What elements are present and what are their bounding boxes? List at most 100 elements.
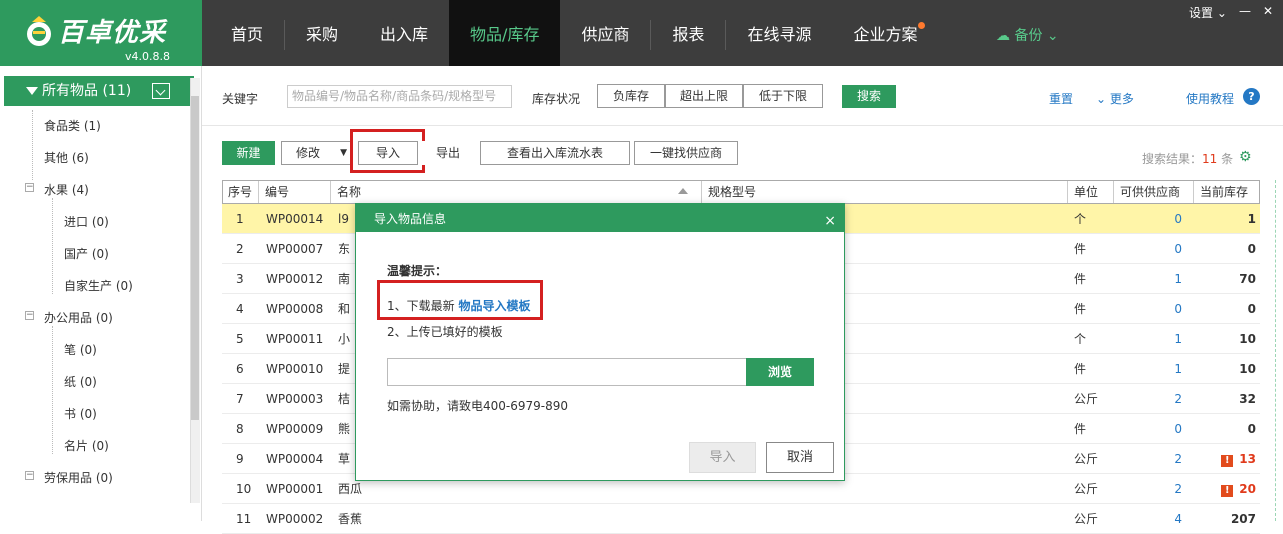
sidebar-item-labor[interactable]: 劳保用品 (0) — [44, 469, 113, 486]
row-index: 8 — [236, 422, 244, 436]
nav-inout[interactable]: 出入库 — [359, 0, 449, 66]
col-stock[interactable]: 当前库存 — [1194, 181, 1260, 203]
row-unit: 件 — [1074, 272, 1087, 286]
nav-enterprise[interactable]: 企业方案 — [833, 0, 939, 66]
sidebar-scroll-thumb[interactable] — [191, 96, 199, 420]
tree-root[interactable]: 所有物品 (11) — [4, 76, 194, 106]
chevron-down-icon: ⌄ — [1216, 6, 1227, 20]
nav-enterprise-label: 企业方案 — [853, 25, 918, 44]
search-button[interactable]: 搜索 — [842, 85, 896, 108]
collapse-icon[interactable]: − — [25, 471, 34, 480]
browse-button[interactable]: 浏览 — [746, 358, 814, 386]
import-highlight — [350, 129, 425, 173]
row-suppliers-link[interactable]: 0 — [1132, 204, 1182, 234]
row-code: WP00004 — [266, 452, 324, 466]
nav-items-stock[interactable]: 物品/库存 — [449, 0, 561, 66]
nav-sourcing[interactable]: 在线寻源 — [726, 0, 832, 66]
sidebar-item-pen[interactable]: 笔 (0) — [64, 341, 97, 358]
row-index: 9 — [236, 452, 244, 466]
nav-report[interactable]: 报表 — [651, 0, 725, 66]
dialog-import-button[interactable]: 导入 — [689, 442, 756, 473]
row-code: WP00014 — [266, 212, 324, 226]
sidebar-item-paper[interactable]: 纸 (0) — [64, 373, 97, 390]
collapse-icon[interactable]: − — [25, 183, 34, 192]
help-icon[interactable]: ? — [1243, 88, 1260, 105]
chevron-down-icon: ⌄ — [1096, 92, 1110, 106]
more-link[interactable]: ⌄ 更多 — [1096, 90, 1134, 107]
row-code: WP00010 — [266, 362, 324, 376]
row-code: WP00001 — [266, 482, 324, 496]
sidebar-item-homemade[interactable]: 自家生产 (0) — [64, 277, 133, 294]
row-name: l9 — [338, 212, 349, 226]
sort-asc-icon[interactable] — [678, 188, 688, 194]
sidebar-item-book[interactable]: 书 (0) — [64, 405, 97, 422]
row-name: 小 — [338, 332, 351, 346]
col-spec[interactable]: 规格型号 — [702, 181, 1068, 203]
row-suppliers-link[interactable]: 0 — [1132, 294, 1182, 324]
app-version: v4.0.8.8 — [125, 50, 170, 63]
col-code[interactable]: 编号 — [259, 181, 331, 203]
close-icon[interactable]: × — [824, 206, 836, 236]
sidebar-item-import[interactable]: 进口 (0) — [64, 213, 109, 230]
step-2: 2、上传已填好的模板 — [387, 325, 503, 339]
row-suppliers-link[interactable]: 2 — [1132, 444, 1182, 474]
sidebar-item-card[interactable]: 名片 (0) — [64, 437, 109, 454]
sidebar-item-other[interactable]: 其他 (6) — [44, 149, 89, 166]
minimize-icon[interactable]: — — [1239, 4, 1251, 21]
sidebar-item-food[interactable]: 食品类 (1) — [44, 117, 101, 134]
sidebar-item-domestic[interactable]: 国产 (0) — [64, 245, 109, 262]
row-unit: 件 — [1074, 242, 1087, 256]
app-logo: 百卓优采 v4.0.8.8 — [0, 0, 202, 66]
sidebar-item-fruit[interactable]: 水果 (4) — [44, 181, 89, 198]
row-name: 提 — [338, 362, 351, 376]
row-suppliers-link[interactable]: 1 — [1132, 324, 1182, 354]
gear-icon[interactable]: ⚙ — [1239, 149, 1252, 165]
row-suppliers-link[interactable]: 2 — [1132, 474, 1182, 504]
flow-table-button[interactable]: 查看出入库流水表 — [480, 141, 630, 165]
row-unit: 件 — [1074, 302, 1087, 316]
row-suppliers-link[interactable]: 1 — [1132, 264, 1182, 294]
over-limit-filter[interactable]: 超出上限 — [665, 84, 743, 108]
row-suppliers-link[interactable]: 1 — [1132, 354, 1182, 384]
expand-triangle-icon[interactable] — [26, 87, 38, 95]
row-suppliers-link[interactable]: 2 — [1132, 384, 1182, 414]
dropdown-icon[interactable] — [152, 83, 170, 99]
row-stock-value: 0 — [1247, 242, 1256, 256]
table-row[interactable]: 11 WP00002 香蕉 公斤 4 207 — [222, 504, 1260, 534]
right-edge-guide — [1275, 180, 1283, 521]
negative-stock-filter[interactable]: 负库存 — [597, 84, 665, 108]
close-window-icon[interactable]: ✕ — [1263, 4, 1273, 21]
col-index[interactable]: 序号 — [223, 181, 259, 203]
nav-purchase[interactable]: 采购 — [285, 0, 359, 66]
find-supplier-button[interactable]: 一键找供应商 — [634, 141, 738, 165]
warning-icon: ! — [1221, 455, 1234, 467]
backup-menu[interactable]: ☁ 备份 ⌄ — [996, 25, 1059, 45]
new-button[interactable]: 新建 — [222, 141, 275, 165]
settings-menu[interactable]: 设置 ⌄ — [1189, 4, 1227, 21]
row-code: WP00002 — [266, 512, 324, 526]
row-suppliers-link[interactable]: 0 — [1132, 414, 1182, 444]
col-suppliers[interactable]: 可供供应商 — [1114, 181, 1194, 203]
tutorial-link[interactable]: 使用教程 — [1186, 90, 1234, 107]
nav-supplier[interactable]: 供应商 — [560, 0, 650, 66]
sidebar-item-office[interactable]: 办公用品 (0) — [44, 309, 113, 326]
chevron-down-icon: ⌄ — [1046, 28, 1059, 44]
row-suppliers-link[interactable]: 0 — [1132, 234, 1182, 264]
dialog-cancel-button[interactable]: 取消 — [766, 442, 834, 473]
reset-link[interactable]: 重置 — [1049, 90, 1073, 107]
warning-icon: ! — [1221, 485, 1234, 497]
keyword-input[interactable]: 物品编号/物品名称/商品条码/规格型号 — [287, 85, 512, 108]
row-index: 1 — [236, 212, 244, 226]
file-path-input[interactable] — [387, 358, 747, 386]
row-stock-value: 20 — [1239, 482, 1256, 496]
row-index: 3 — [236, 272, 244, 286]
collapse-icon[interactable]: − — [25, 311, 34, 320]
row-suppliers-link[interactable]: 4 — [1132, 504, 1182, 534]
under-limit-filter[interactable]: 低于下限 — [743, 84, 823, 108]
nav-home[interactable]: 首页 — [210, 0, 284, 66]
col-name[interactable]: 名称 — [331, 181, 702, 203]
col-unit[interactable]: 单位 — [1068, 181, 1114, 203]
import-dialog: 导入物品信息 × 温馨提示： 1、下载最新 物品导入模板 2、上传已填好的模板 浏… — [355, 203, 845, 481]
export-button[interactable]: 导出 — [421, 141, 475, 165]
edit-dropdown[interactable]: 修改 ▼ — [281, 141, 352, 165]
